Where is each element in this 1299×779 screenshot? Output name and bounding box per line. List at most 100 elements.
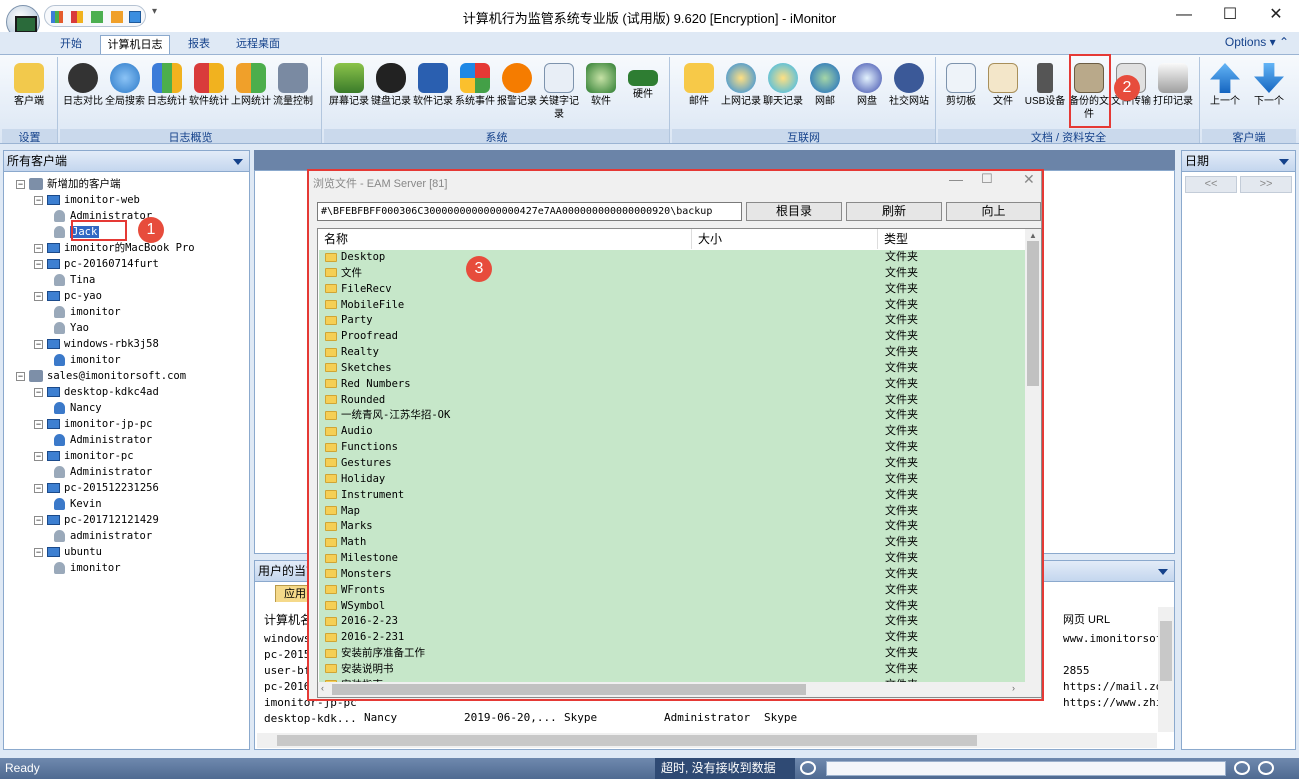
- zoom-icon[interactable]: [800, 761, 816, 775]
- tree-node[interactable]: Administrator: [54, 464, 152, 480]
- tree-node[interactable]: Tina: [54, 272, 95, 288]
- log-compare-button[interactable]: 日志对比: [62, 59, 104, 129]
- list-item[interactable]: 2855: [1063, 663, 1162, 679]
- maximize-button[interactable]: ☐: [1207, 0, 1253, 32]
- tab-start[interactable]: 开始: [48, 35, 94, 54]
- row-user: Nancy: [364, 711, 398, 724]
- alarm-record-button[interactable]: 报警记录: [496, 59, 538, 129]
- print-record-button[interactable]: 打印记录: [1152, 59, 1194, 129]
- email-button[interactable]: 邮件: [678, 59, 720, 129]
- expand-toggle-icon[interactable]: −: [34, 451, 43, 461]
- tree-node[interactable]: Nancy: [54, 400, 102, 416]
- global-search-button[interactable]: 全局搜索: [104, 59, 146, 129]
- arrow-up-icon: [1210, 63, 1240, 93]
- tree-node[interactable]: − 新增加的客户端: [16, 176, 121, 192]
- webmail-button[interactable]: 网邮: [804, 59, 846, 129]
- tree-node[interactable]: imonitor: [54, 304, 121, 320]
- web-record-button[interactable]: 上网记录: [720, 59, 762, 129]
- backup-highlight-box: [1069, 54, 1111, 128]
- software-stats-button[interactable]: 软件统计: [188, 59, 230, 129]
- options-menu[interactable]: Options ▾ ⌃: [1225, 35, 1289, 49]
- usb-device-button[interactable]: USB设备: [1024, 59, 1066, 129]
- computer-icon: [47, 387, 60, 398]
- tree-node[interactable]: Administrator: [54, 432, 152, 448]
- date-panel-header[interactable]: 日期: [1182, 151, 1295, 172]
- clients-button[interactable]: 客户端: [8, 59, 50, 129]
- expand-toggle-icon[interactable]: −: [34, 291, 43, 301]
- chevron-down-icon[interactable]: [233, 159, 243, 165]
- clipboard-button[interactable]: 剪切板: [940, 59, 982, 129]
- expand-toggle-icon[interactable]: −: [16, 371, 25, 381]
- traffic-control-button[interactable]: 流量控制: [272, 59, 314, 129]
- expand-toggle-icon[interactable]: −: [34, 483, 43, 493]
- social-sites-button[interactable]: 社交网站: [888, 59, 930, 129]
- prev-date-button[interactable]: <<: [1185, 176, 1237, 193]
- system-events-button[interactable]: 系统事件: [454, 59, 496, 129]
- status-search-field[interactable]: [826, 761, 1226, 776]
- tree-node[interactable]: − windows-rbk3j58: [34, 336, 159, 352]
- tree-node[interactable]: − pc-20160714furt: [34, 256, 159, 272]
- tree-node[interactable]: − ubuntu: [34, 544, 102, 560]
- user-icon: [54, 562, 65, 575]
- tree-node[interactable]: Yao: [54, 320, 89, 336]
- minimize-button[interactable]: —: [1161, 0, 1207, 32]
- expand-toggle-icon[interactable]: −: [34, 387, 43, 397]
- tree-node[interactable]: − sales@imonitorsoft.com: [16, 368, 186, 384]
- expand-toggle-icon[interactable]: −: [34, 515, 43, 525]
- next-client-button[interactable]: 下一个: [1248, 59, 1290, 129]
- tree-node[interactable]: − pc-201712121429: [34, 512, 159, 528]
- list-item[interactable]: desktop-kdk...: [264, 711, 357, 727]
- software-button[interactable]: 软件: [580, 59, 622, 129]
- tree-node[interactable]: imonitor: [54, 560, 121, 576]
- expand-toggle-icon[interactable]: −: [34, 259, 43, 269]
- tree-node[interactable]: imonitor: [54, 352, 121, 368]
- previous-client-button[interactable]: 上一个: [1204, 59, 1246, 129]
- tree-node[interactable]: Kevin: [54, 496, 102, 512]
- list-item[interactable]: www.imonitorsof: [1063, 631, 1162, 647]
- next-date-button[interactable]: >>: [1240, 176, 1292, 193]
- tree-node[interactable]: − imonitor的MacBook Pro: [34, 240, 195, 256]
- software-record-button[interactable]: 软件记录: [412, 59, 454, 129]
- tree-node-label: pc-20160714furt: [64, 258, 159, 270]
- chevron-down-icon[interactable]: [1158, 569, 1168, 575]
- screen-record-button[interactable]: 屏幕记录: [328, 59, 370, 129]
- chevron-down-icon[interactable]: [1279, 159, 1289, 165]
- netdisk-button[interactable]: 网盘: [846, 59, 888, 129]
- tree-node[interactable]: administrator: [54, 528, 152, 544]
- tab-reports[interactable]: 报表: [176, 35, 222, 54]
- tree-node[interactable]: − desktop-kdkc4ad: [34, 384, 159, 400]
- bottom-vertical-scrollbar[interactable]: [1158, 607, 1174, 732]
- chat-record-button[interactable]: 聊天记录: [762, 59, 804, 129]
- tab-remote-desktop[interactable]: 远程桌面: [228, 35, 288, 54]
- bottom-horizontal-scrollbar[interactable]: [257, 733, 1157, 748]
- tree-node[interactable]: − pc-yao: [34, 288, 102, 304]
- zoom-in-icon[interactable]: [1258, 761, 1274, 775]
- log-stats-button[interactable]: 日志统计: [146, 59, 188, 129]
- list-item[interactable]: [1063, 647, 1162, 663]
- expand-toggle-icon[interactable]: −: [34, 547, 43, 557]
- tree-node[interactable]: − imonitor-jp-pc: [34, 416, 153, 432]
- tree-node[interactable]: − pc-201512231256: [34, 480, 159, 496]
- list-item[interactable]: https://mail.zo: [1063, 679, 1162, 695]
- web-stats-button[interactable]: 上网统计: [230, 59, 272, 129]
- expand-toggle-icon[interactable]: −: [34, 195, 43, 205]
- keyword-record-button[interactable]: 关键字记录: [538, 59, 580, 129]
- tab-computer-log[interactable]: 计算机日志: [100, 35, 170, 54]
- client-tree-header[interactable]: 所有客户端: [4, 151, 249, 172]
- group-label-system: 系统: [324, 129, 669, 144]
- expand-toggle-icon[interactable]: −: [34, 419, 43, 429]
- tree-node[interactable]: − imonitor-pc: [34, 448, 134, 464]
- list-item[interactable]: https://www.zhi: [1063, 695, 1162, 711]
- tree-node-label: imonitor-pc: [64, 450, 134, 462]
- compass-icon: [68, 63, 98, 93]
- expand-toggle-icon[interactable]: −: [34, 339, 43, 349]
- keyboard-record-button[interactable]: 键盘记录: [370, 59, 412, 129]
- close-button[interactable]: ✕: [1253, 0, 1299, 32]
- expand-toggle-icon[interactable]: −: [34, 243, 43, 253]
- hardware-button[interactable]: 硬件: [622, 59, 664, 129]
- zoom-out-icon[interactable]: [1234, 761, 1250, 775]
- expand-toggle-icon[interactable]: −: [16, 179, 25, 189]
- file-button[interactable]: 文件: [982, 59, 1024, 129]
- tree-node[interactable]: − imonitor-web: [34, 192, 140, 208]
- print-record-label: 打印记录: [1153, 96, 1193, 107]
